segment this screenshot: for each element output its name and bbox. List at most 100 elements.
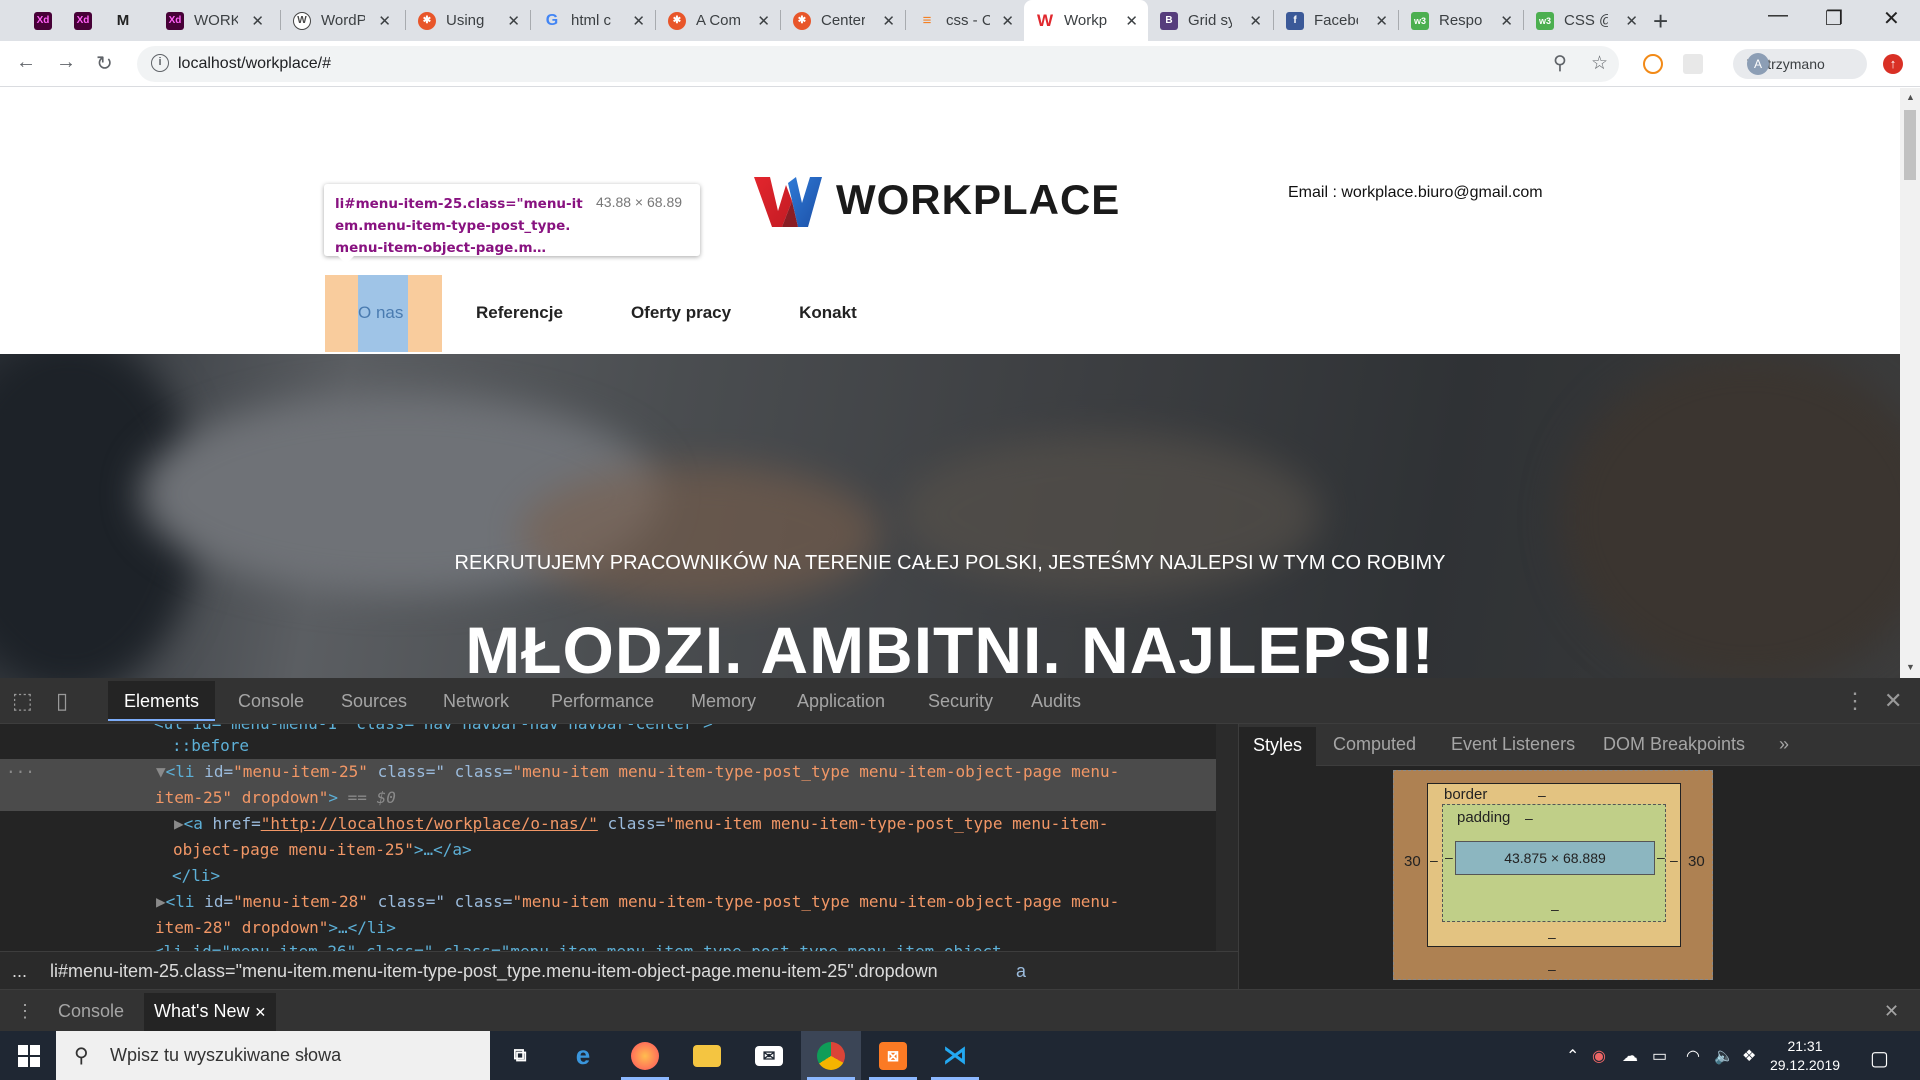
tab-security[interactable]: Security	[928, 691, 993, 712]
tab-center[interactable]: ✱ Center ✕	[781, 0, 905, 41]
back-arrow-icon[interactable]: ←	[16, 51, 36, 74]
box-model-content-size[interactable]: 43.875 × 68.889	[1455, 841, 1655, 875]
inspect-element-icon[interactable]: ⬚	[12, 688, 33, 714]
maximize-icon[interactable]: ❐	[1825, 6, 1843, 31]
scroll-up-arrow-icon[interactable]: ▲	[1906, 92, 1915, 102]
tab-styles[interactable]: Styles	[1239, 727, 1317, 766]
vscode-app[interactable]: ⋊	[925, 1031, 985, 1080]
page-scrollbar[interactable]: ▲ ▼	[1900, 88, 1920, 678]
scroll-thumb[interactable]	[1904, 110, 1916, 180]
tab-performance[interactable]: Performance	[551, 691, 654, 712]
tab-html-google[interactable]: G html c ✕	[531, 0, 655, 41]
close-tab-icon[interactable]: ✕	[757, 12, 770, 30]
close-drawer-icon[interactable]: ✕	[1884, 1001, 1899, 1022]
taskbar-search-box[interactable]: ⚲ Wpisz tu wyszukiwane słowa	[56, 1031, 490, 1080]
close-tab-icon[interactable]: ✕	[1375, 12, 1388, 30]
tab-application[interactable]: Application	[797, 691, 885, 712]
close-tab-icon[interactable]: ✕	[1125, 12, 1138, 30]
border-bottom-value[interactable]: –	[1548, 929, 1556, 945]
dom-link[interactable]: "http://localhost/workplace/o-nas/"	[261, 814, 598, 833]
dom-line[interactable]: object-page menu-item-25">…</a>	[173, 837, 1216, 863]
tab-audits[interactable]: Audits	[1031, 691, 1081, 712]
margin-right-value[interactable]: 30	[1688, 853, 1705, 870]
padding-right-value[interactable]: –	[1657, 849, 1665, 865]
extension-gray-icon[interactable]	[1683, 54, 1703, 74]
wifi-icon[interactable]: ◠	[1686, 1046, 1700, 1066]
drawer-menu-icon[interactable]: ⋮	[16, 1001, 34, 1022]
close-tab-icon[interactable]: ✕	[251, 12, 264, 30]
nav-item-referencje[interactable]: Referencje	[476, 275, 563, 352]
tab-css-w3[interactable]: w3 CSS @ ✕	[1524, 0, 1648, 41]
taskbar-clock[interactable]: 21:31 29.12.2019	[1760, 1037, 1850, 1075]
dom-line[interactable]: <li id="menu-item-26" class=" class="men…	[154, 939, 1216, 951]
border-right-value[interactable]: –	[1670, 852, 1678, 868]
tab-medium[interactable]: M	[102, 0, 143, 41]
dropbox-icon[interactable]: ❖	[1742, 1046, 1756, 1066]
tab-event-listeners[interactable]: Event Listeners	[1451, 734, 1575, 755]
nav-item-o-nas[interactable]: O nas	[325, 275, 442, 352]
tab-css-stackoverflow[interactable]: ≡ css - C ✕	[906, 0, 1024, 41]
file-explorer-app[interactable]	[677, 1031, 737, 1080]
dom-line[interactable]: </li>	[172, 863, 1216, 889]
close-tab-icon[interactable]: ✕	[1249, 12, 1262, 30]
close-tab-icon[interactable]: ✕	[1001, 12, 1014, 30]
box-model-margin[interactable]: 30 30 – border – – – – padding – – – – 4…	[1393, 770, 1713, 980]
padding-left-value[interactable]: –	[1445, 849, 1453, 865]
drawer-tab-whats-new[interactable]: What's New ✕	[144, 993, 277, 1032]
reload-icon[interactable]: ↻	[96, 51, 113, 76]
tab-grid-bootstrap[interactable]: B Grid sy ✕	[1148, 0, 1272, 41]
tab-network[interactable]: Network	[443, 691, 509, 712]
tab-using[interactable]: ✱ Using ✕	[406, 0, 530, 41]
mail-app[interactable]: ✉	[739, 1031, 799, 1080]
minimize-icon[interactable]: —	[1768, 4, 1788, 27]
tab-elements[interactable]: Elements	[108, 681, 216, 721]
close-tab-icon[interactable]: ✕	[1625, 12, 1638, 30]
chrome-app[interactable]	[801, 1031, 861, 1080]
scroll-down-arrow-icon[interactable]: ▼	[1906, 662, 1915, 672]
tab-a-com[interactable]: ✱ A Com ✕	[656, 0, 780, 41]
close-drawer-tab-icon[interactable]: ✕	[254, 1004, 266, 1020]
margin-bottom-value[interactable]: –	[1548, 961, 1556, 977]
address-bar[interactable]: i localhost/workplace/# ⚲ ☆	[137, 46, 1619, 82]
breadcrumb-item-a[interactable]: a	[1016, 961, 1026, 982]
url-text[interactable]: localhost/workplace/#	[178, 55, 331, 73]
info-icon[interactable]: i	[151, 54, 169, 72]
tab-xd-2[interactable]: Xd	[62, 0, 103, 41]
close-tab-icon[interactable]: ✕	[507, 12, 520, 30]
tab-responsive-w3[interactable]: w3 Respon ✕	[1399, 0, 1523, 41]
edge-app[interactable]: e	[553, 1031, 613, 1080]
tab-xd-1[interactable]: Xd	[22, 0, 63, 41]
tab-memory[interactable]: Memory	[691, 691, 756, 712]
zoom-magnifier-icon[interactable]: ⚲	[1553, 52, 1567, 75]
breadcrumb-more[interactable]: ...	[12, 961, 27, 982]
dom-line[interactable]: ::before	[172, 733, 1216, 759]
bookmark-star-icon[interactable]: ☆	[1591, 52, 1608, 75]
close-tab-icon[interactable]: ✕	[632, 12, 645, 30]
forward-arrow-icon[interactable]: →	[56, 51, 76, 74]
tray-chevron-up-icon[interactable]: ⌃	[1566, 1046, 1579, 1066]
drawer-tab-console[interactable]: Console	[58, 1001, 124, 1022]
border-left-value[interactable]: –	[1430, 852, 1438, 868]
box-model-padding[interactable]: padding – – – – 43.875 × 68.889	[1442, 804, 1666, 922]
close-tab-icon[interactable]: ✕	[378, 12, 391, 30]
dom-line-selected[interactable]: ... ▼<li id="menu-item-25" class=" class…	[0, 758, 1216, 811]
nav-item-konakt[interactable]: Konakt	[799, 275, 857, 352]
dom-tree-scrollbar[interactable]	[1216, 724, 1238, 951]
dom-line[interactable]: item-28" dropdown">…</li>	[155, 915, 1216, 941]
more-tabs-chevron-icon[interactable]: »	[1779, 734, 1789, 755]
breadcrumb-item-li[interactable]: li#menu-item-25.class="menu-item.menu-it…	[50, 961, 938, 982]
dom-line[interactable]: ▶<a href="http://localhost/workplace/o-n…	[174, 811, 1216, 837]
extension-orange-icon[interactable]	[1643, 54, 1663, 74]
new-tab-plus-icon[interactable]: +	[1653, 6, 1668, 37]
battery-icon[interactable]: ▭	[1652, 1046, 1667, 1066]
more-options-icon[interactable]: ⋮	[1844, 688, 1866, 714]
tab-console[interactable]: Console	[238, 691, 304, 712]
tab-sources[interactable]: Sources	[341, 691, 407, 712]
onedrive-cloud-icon[interactable]: ☁	[1622, 1046, 1638, 1066]
tab-wordpress[interactable]: W WordP ✕	[281, 0, 401, 41]
padding-top-value[interactable]: –	[1525, 810, 1533, 826]
task-view-button[interactable]: ⧉	[490, 1031, 550, 1080]
volume-icon[interactable]: 🔈	[1714, 1046, 1734, 1066]
close-window-icon[interactable]: ✕	[1883, 6, 1900, 31]
tab-workplace-xd[interactable]: Xd WORK ✕	[154, 0, 274, 41]
